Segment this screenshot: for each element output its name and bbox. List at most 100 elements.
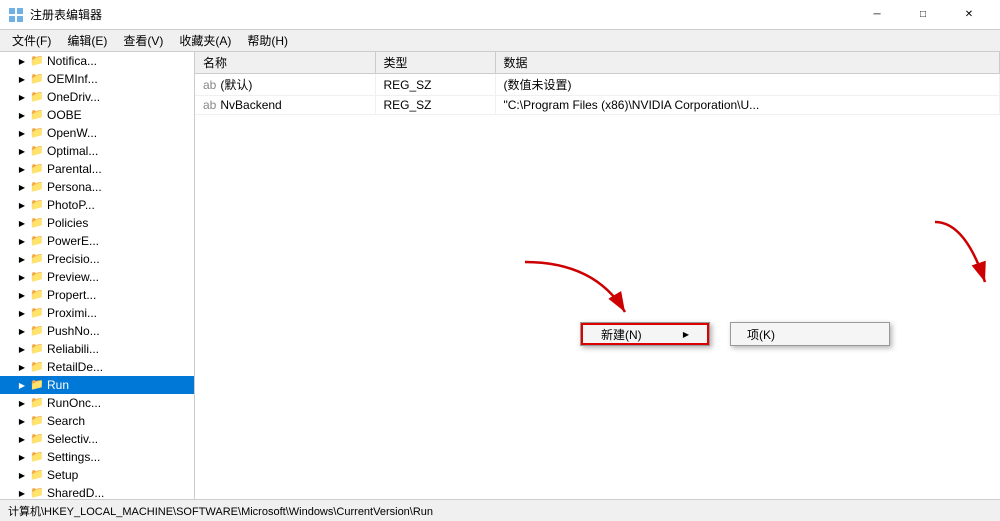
expand-icon[interactable]: ▶ bbox=[16, 145, 28, 157]
tree-item[interactable]: ▶📁Propert... bbox=[0, 286, 194, 304]
tree-item[interactable]: ▶📁Precisio... bbox=[0, 250, 194, 268]
expand-icon[interactable]: ▶ bbox=[16, 415, 28, 427]
folder-icon: 📁 bbox=[30, 162, 44, 176]
expand-icon[interactable]: ▶ bbox=[16, 289, 28, 301]
tree-item[interactable]: ▶📁PhotoP... bbox=[0, 196, 194, 214]
tree-item[interactable]: ▶📁Settings... bbox=[0, 448, 194, 466]
new-menu-item[interactable]: 新建(N) bbox=[581, 323, 709, 345]
folder-icon: 📁 bbox=[30, 90, 44, 104]
tree-item[interactable]: ▶📁Proximi... bbox=[0, 304, 194, 322]
folder-icon: 📁 bbox=[30, 288, 44, 302]
sub-menu[interactable]: 项(K) bbox=[730, 322, 890, 346]
tree-item-label: RetailDe... bbox=[47, 360, 103, 374]
expand-icon[interactable]: ▶ bbox=[16, 271, 28, 283]
table-row[interactable]: ab(默认)REG_SZ(数值未设置) bbox=[195, 74, 1000, 96]
sub-menu-item[interactable]: 项(K) bbox=[731, 323, 889, 345]
tree-item-label: Persona... bbox=[47, 180, 102, 194]
expand-icon[interactable]: ▶ bbox=[16, 163, 28, 175]
expand-icon[interactable]: ▶ bbox=[16, 73, 28, 85]
tree-item[interactable]: ▶📁Notifica... bbox=[0, 52, 194, 70]
minimize-button[interactable]: ─ bbox=[854, 0, 900, 30]
expand-icon[interactable]: ▶ bbox=[16, 55, 28, 67]
expand-icon[interactable]: ▶ bbox=[16, 181, 28, 193]
menu-view[interactable]: 查看(V) bbox=[115, 30, 171, 51]
tree-item-label: Notifica... bbox=[47, 54, 97, 68]
folder-icon: 📁 bbox=[30, 234, 44, 248]
folder-icon: 📁 bbox=[30, 144, 44, 158]
folder-icon: 📁 bbox=[30, 414, 44, 428]
folder-icon: 📁 bbox=[30, 54, 44, 68]
expand-icon[interactable]: ▶ bbox=[16, 253, 28, 265]
tree-item-label: Search bbox=[47, 414, 85, 428]
tree-item[interactable]: ▶📁OOBE bbox=[0, 106, 194, 124]
menu-favorites[interactable]: 收藏夹(A) bbox=[171, 30, 239, 51]
status-bar: 计算机\HKEY_LOCAL_MACHINE\SOFTWARE\Microsof… bbox=[0, 499, 1000, 521]
context-menu[interactable]: 新建(N) bbox=[580, 322, 710, 346]
tree-item[interactable]: ▶📁Setup bbox=[0, 466, 194, 484]
expand-icon[interactable]: ▶ bbox=[16, 379, 28, 391]
maximize-button[interactable]: □ bbox=[900, 0, 946, 30]
tree-item-label: OneDriv... bbox=[47, 90, 100, 104]
expand-icon[interactable]: ▶ bbox=[16, 361, 28, 373]
table-row[interactable]: abNvBackendREG_SZ"C:\Program Files (x86)… bbox=[195, 96, 1000, 115]
expand-icon[interactable]: ▶ bbox=[16, 217, 28, 229]
folder-icon: 📁 bbox=[30, 360, 44, 374]
folder-icon: 📁 bbox=[30, 396, 44, 410]
tree-item[interactable]: ▶📁SharedD... bbox=[0, 484, 194, 499]
tree-item-label: Settings... bbox=[47, 450, 100, 464]
expand-icon[interactable]: ▶ bbox=[16, 325, 28, 337]
tree-item[interactable]: ▶📁PushNo... bbox=[0, 322, 194, 340]
tree-item-label: Proximi... bbox=[47, 306, 97, 320]
tree-item-label: OpenW... bbox=[47, 126, 97, 140]
tree-item[interactable]: ▶📁RunOnc... bbox=[0, 394, 194, 412]
folder-icon: 📁 bbox=[30, 306, 44, 320]
col-type: 类型 bbox=[375, 52, 495, 74]
expand-icon[interactable]: ▶ bbox=[16, 487, 28, 499]
expand-icon[interactable]: ▶ bbox=[16, 91, 28, 103]
cell-data: "C:\Program Files (x86)\NVIDIA Corporati… bbox=[495, 96, 1000, 115]
menu-help[interactable]: 帮助(H) bbox=[239, 30, 296, 51]
expand-icon[interactable]: ▶ bbox=[16, 199, 28, 211]
expand-icon[interactable]: ▶ bbox=[16, 343, 28, 355]
registry-table: 名称 类型 数据 ab(默认)REG_SZ(数值未设置)abNvBackendR… bbox=[195, 52, 1000, 115]
tree-item-label: RunOnc... bbox=[47, 396, 101, 410]
expand-icon[interactable]: ▶ bbox=[16, 433, 28, 445]
expand-icon[interactable]: ▶ bbox=[16, 469, 28, 481]
expand-icon[interactable]: ▶ bbox=[16, 109, 28, 121]
tree-item[interactable]: ▶📁Reliabili... bbox=[0, 340, 194, 358]
tree-item[interactable]: ▶📁Policies bbox=[0, 214, 194, 232]
tree-item[interactable]: ▶📁Search bbox=[0, 412, 194, 430]
close-button[interactable]: ✕ bbox=[946, 0, 992, 30]
expand-icon[interactable]: ▶ bbox=[16, 127, 28, 139]
registry-tree[interactable]: ▶📁Notifica...▶📁OEMInf...▶📁OneDriv...▶📁OO… bbox=[0, 52, 195, 499]
cell-name: abNvBackend bbox=[195, 96, 375, 115]
expand-icon[interactable]: ▶ bbox=[16, 235, 28, 247]
folder-icon: 📁 bbox=[30, 270, 44, 284]
folder-icon: 📁 bbox=[30, 324, 44, 338]
tree-item[interactable]: ▶📁RetailDe... bbox=[0, 358, 194, 376]
tree-item[interactable]: ▶📁OEMInf... bbox=[0, 70, 194, 88]
tree-item[interactable]: ▶📁OneDriv... bbox=[0, 88, 194, 106]
folder-icon: 📁 bbox=[30, 126, 44, 140]
expand-icon[interactable]: ▶ bbox=[16, 307, 28, 319]
tree-item[interactable]: ▶📁PowerE... bbox=[0, 232, 194, 250]
tree-item[interactable]: ▶📁Optimal... bbox=[0, 142, 194, 160]
tree-item-label: PowerE... bbox=[47, 234, 99, 248]
expand-icon[interactable]: ▶ bbox=[16, 451, 28, 463]
tree-item-label: Optimal... bbox=[47, 144, 98, 158]
tree-item[interactable]: ▶📁Selectiv... bbox=[0, 430, 194, 448]
folder-icon: 📁 bbox=[30, 342, 44, 356]
expand-icon[interactable]: ▶ bbox=[16, 397, 28, 409]
tree-item[interactable]: ▶📁Persona... bbox=[0, 178, 194, 196]
tree-item[interactable]: ▶📁Preview... bbox=[0, 268, 194, 286]
tree-item-label: PhotoP... bbox=[47, 198, 95, 212]
cell-type: REG_SZ bbox=[375, 96, 495, 115]
menu-file[interactable]: 文件(F) bbox=[4, 30, 59, 51]
tree-item[interactable]: ▶📁Parental... bbox=[0, 160, 194, 178]
registry-path: 计算机\HKEY_LOCAL_MACHINE\SOFTWARE\Microsof… bbox=[8, 503, 433, 519]
menu-edit[interactable]: 编辑(E) bbox=[59, 30, 115, 51]
menu-bar: 文件(F) 编辑(E) 查看(V) 收藏夹(A) 帮助(H) bbox=[0, 30, 1000, 52]
window-controls: ─ □ ✕ bbox=[854, 0, 992, 30]
tree-item[interactable]: ▶📁Run bbox=[0, 376, 194, 394]
tree-item[interactable]: ▶📁OpenW... bbox=[0, 124, 194, 142]
